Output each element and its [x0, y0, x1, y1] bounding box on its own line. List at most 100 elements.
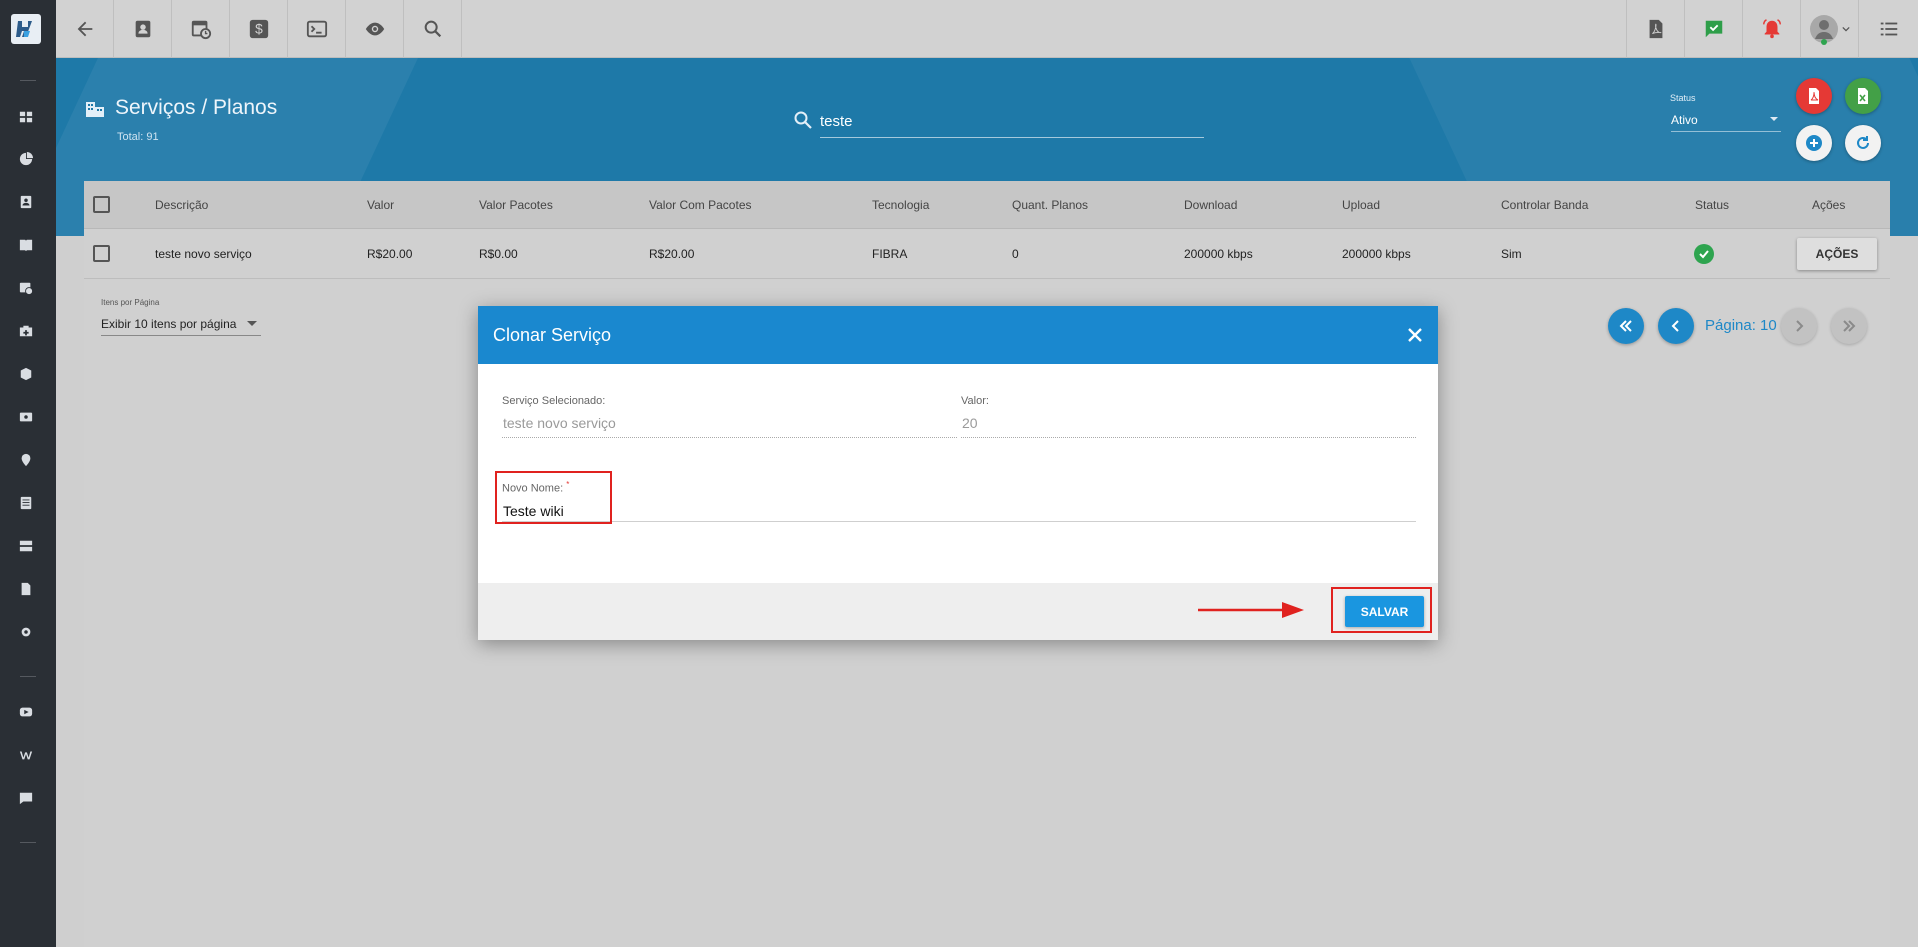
finance-button[interactable]: $ [230, 0, 288, 58]
pdf-button[interactable] [1626, 0, 1684, 58]
schedule-button[interactable] [172, 0, 230, 58]
chat-icon[interactable] [18, 790, 34, 806]
caret-down-icon [1770, 117, 1778, 121]
first-page-button[interactable] [1608, 308, 1644, 344]
book-icon[interactable] [18, 237, 34, 253]
column-header[interactable]: Valor Pacotes [479, 198, 553, 212]
dialog-header: Clonar Serviço [478, 306, 1438, 364]
contact-card-icon[interactable] [18, 194, 34, 210]
page-title: Serviços / Planos [115, 96, 278, 119]
double-chevron-right-icon [1843, 320, 1856, 332]
dollar-icon: $ [249, 19, 268, 39]
document-list-icon[interactable] [18, 495, 34, 511]
view-button[interactable] [346, 0, 404, 58]
pie-chart-icon[interactable] [18, 151, 34, 167]
search-button[interactable] [404, 0, 462, 58]
back-button[interactable] [56, 0, 114, 58]
search-input[interactable] [820, 106, 1204, 138]
package-icon[interactable] [18, 366, 34, 382]
sidebar-divider [20, 676, 36, 677]
dashboard-icon[interactable] [18, 109, 34, 125]
refresh-button[interactable] [1845, 125, 1881, 161]
wiki-icon[interactable] [18, 747, 34, 763]
caret-down-icon [247, 321, 257, 326]
gear-icon[interactable] [18, 624, 34, 640]
status-active-icon [1694, 244, 1714, 264]
sidebar-divider [20, 842, 36, 843]
add-button[interactable] [1796, 125, 1832, 161]
refresh-icon [1857, 136, 1869, 149]
menu-button[interactable] [1858, 0, 1918, 58]
svg-text:$: $ [255, 22, 263, 37]
export-excel-button[interactable] [1845, 78, 1881, 114]
back-arrow-icon [77, 21, 92, 37]
spreadsheet-icon [1858, 88, 1868, 104]
chevron-down-icon [1841, 26, 1850, 32]
cell-download: 200000 kbps [1184, 247, 1253, 261]
calendar-clock-icon [191, 20, 211, 40]
youtube-icon[interactable] [18, 704, 34, 720]
calendar-clock-icon[interactable] [18, 280, 34, 296]
user-avatar [1809, 15, 1838, 45]
building-icon [86, 102, 104, 117]
column-header[interactable]: Controlar Banda [1501, 198, 1588, 212]
money-icon[interactable] [18, 409, 34, 425]
valor-value: 20 [962, 415, 978, 431]
column-header[interactable]: Valor [367, 198, 394, 212]
previous-page-button[interactable] [1658, 308, 1694, 344]
app-logo[interactable] [11, 14, 41, 44]
per-page-select[interactable]: Exibir 10 itens por página [101, 314, 261, 336]
column-header[interactable]: Upload [1342, 198, 1380, 212]
last-page-button[interactable] [1831, 308, 1867, 344]
column-header[interactable]: Tecnologia [872, 198, 929, 212]
cell-valor-pacotes: R$0.00 [479, 247, 518, 261]
next-page-button[interactable] [1781, 308, 1817, 344]
file-icon[interactable] [18, 581, 34, 597]
contacts-button[interactable] [114, 0, 172, 58]
actions-button[interactable]: AÇÕES [1797, 238, 1877, 270]
column-header[interactable]: Quant. Planos [1012, 198, 1088, 212]
highlight-annotation [1331, 587, 1432, 633]
cell-descricao: teste novo serviço [155, 247, 252, 261]
column-header: Ações [1812, 198, 1846, 212]
map-pin-icon[interactable] [18, 452, 34, 468]
table-header: Descrição Valor Valor Pacotes Valor Com … [84, 181, 1890, 229]
field-underline [502, 437, 957, 438]
logo-icon [16, 21, 32, 37]
select-all-checkbox[interactable] [93, 196, 110, 213]
chevron-right-icon [1796, 320, 1804, 332]
dialog-title: Clonar Serviço [493, 325, 612, 345]
close-icon [1408, 328, 1422, 342]
pdf-document-icon [1649, 19, 1662, 39]
selected-service-value: teste novo serviço [503, 415, 616, 431]
medical-bag-icon[interactable] [18, 323, 34, 339]
messages-button[interactable] [1684, 0, 1742, 58]
server-icon[interactable] [18, 538, 34, 554]
column-header[interactable]: Descrição [155, 198, 208, 212]
row-checkbox[interactable] [93, 245, 110, 262]
alarms-button[interactable] [1742, 0, 1800, 58]
chat-check-icon [1705, 20, 1722, 38]
export-pdf-button[interactable] [1796, 78, 1832, 114]
contact-icon [135, 20, 150, 38]
cell-quant-planos: 0 [1012, 247, 1019, 261]
status-filter-value: Ativo [1671, 113, 1698, 127]
per-page-value: Exibir 10 itens por página [101, 317, 237, 331]
column-header[interactable]: Download [1184, 198, 1237, 212]
column-header[interactable]: Status [1695, 198, 1729, 212]
per-page-label: Itens por Página [101, 298, 160, 307]
close-button[interactable] [1404, 324, 1426, 346]
top-toolbar: $ [56, 0, 1918, 58]
menu-list-icon [1880, 22, 1897, 36]
field-underline [961, 437, 1416, 438]
search-icon [794, 111, 812, 129]
status-filter-select[interactable]: Ativo [1671, 108, 1781, 132]
highlight-annotation [495, 471, 612, 524]
search-icon [424, 20, 441, 38]
terminal-button[interactable] [288, 0, 346, 58]
column-header[interactable]: Valor Com Pacotes [649, 198, 752, 212]
double-chevron-left-icon [1619, 320, 1632, 332]
user-menu[interactable] [1800, 0, 1858, 58]
table-row[interactable]: teste novo serviço R$20.00 R$0.00 R$20.0… [84, 229, 1890, 279]
cell-controlar-banda: Sim [1501, 247, 1522, 261]
